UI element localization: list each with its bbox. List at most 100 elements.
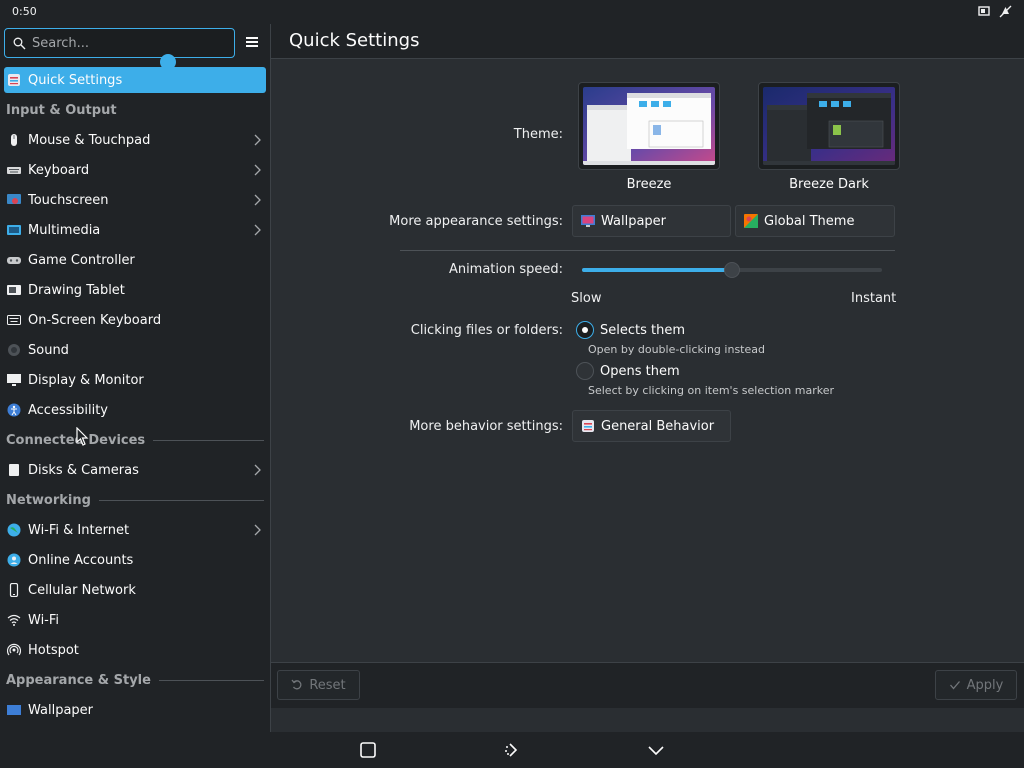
sidebar-item-quick-settings[interactable]: Quick Settings [4,67,266,93]
slider-fill [582,268,732,272]
quick-settings-icon [6,72,22,88]
globe-icon [6,522,22,538]
animation-speed-slider[interactable] [582,262,882,278]
general-behavior-icon [582,420,594,432]
wallpaper-icon [581,215,595,227]
sidebar-item-multimedia[interactable]: Multimedia [0,215,270,245]
sidebar-item-mouse-touchpad[interactable]: Mouse & Touchpad [0,125,270,155]
theme-card-breeze-dark[interactable] [758,82,900,170]
clicking-label: Clicking files or folders: [410,323,563,338]
behavior-settings-label: More behavior settings: [409,419,563,434]
sidebar-item-online-accounts[interactable]: Online Accounts [0,545,270,575]
chevron-right-icon [252,523,262,537]
radio-selects-them-label[interactable]: Selects them [600,323,685,338]
breeze-preview [583,87,715,165]
global-theme-button-label: Global Theme [764,213,855,229]
sidebar-item-wallpaper[interactable]: Wallpaper [0,695,270,725]
theme-name-breeze: Breeze [626,177,672,192]
bell-off-icon[interactable] [999,5,1012,18]
radio-opens-them-help: Select by clicking on item's selection m… [588,384,834,397]
multimedia-icon [6,222,22,238]
radio-opens-them-label[interactable]: Opens them [600,364,680,379]
touchscreen-icon [6,192,22,208]
disk-icon [6,462,22,478]
section-header-input-output: Input & Output [6,102,117,118]
sidebar-item-wifi-internet[interactable]: Wi-Fi & Internet [0,515,270,545]
radio-opens-them[interactable] [576,362,594,380]
wifi-icon [6,612,22,628]
phone-icon [6,582,22,598]
footer-bar: Reset Apply [271,662,1024,708]
gamepad-icon [6,252,22,268]
wallpaper-icon [6,702,22,718]
sidebar-item-accessibility[interactable]: Accessibility [0,395,270,425]
reset-button[interactable]: Reset [277,670,360,700]
mouse-icon [6,132,22,148]
monitor-icon [6,372,22,388]
global-theme-button[interactable]: Global Theme [735,205,895,237]
theme-name-breeze-dark: Breeze Dark [789,177,869,192]
online-accounts-icon [6,552,22,568]
apply-button-label: Apply [966,677,1004,693]
theme-label: Theme: [513,127,563,142]
overview-square-icon[interactable] [359,741,377,759]
sidebar-item-cellular-network[interactable]: Cellular Network [0,575,270,605]
wallpaper-button-label: Wallpaper [601,213,667,229]
sidebar-item-keyboard[interactable]: Keyboard [0,155,270,185]
status-bar: 0:50 [0,0,1024,24]
mouse-pointer-icon [76,427,89,446]
appearance-settings-label: More appearance settings: [389,214,563,229]
sidebar-item-label: Quick Settings [28,72,123,88]
page-header: Quick Settings [271,24,1024,59]
theme-card-breeze[interactable] [578,82,720,170]
animation-speed-label: Animation speed: [448,262,563,277]
section-header-appearance-style: Appearance & Style [0,665,270,695]
wallpaper-button[interactable]: Wallpaper [572,205,731,237]
search-icon [13,37,26,50]
hamburger-menu-icon[interactable] [243,35,261,51]
chevron-right-icon [252,133,262,147]
general-behavior-button[interactable]: General Behavior [572,410,731,442]
section-header-connected-devices: Connected Devices [0,425,270,455]
section-divider [400,250,895,251]
undo-icon [291,679,302,690]
tablet-icon [6,282,22,298]
slider-min-label: Slow [571,291,602,306]
search-input[interactable] [32,33,230,53]
search-box[interactable] [4,28,235,58]
section-divider [158,679,264,681]
reset-button-label: Reset [309,677,346,693]
radio-selects-them[interactable] [576,321,594,339]
system-tray [978,5,1012,18]
home-arrow-icon[interactable] [503,741,521,759]
sidebar-item-game-controller[interactable]: Game Controller [0,245,270,275]
sidebar-item-hotspot[interactable]: Hotspot [0,635,270,665]
chevron-right-icon [252,463,262,477]
general-behavior-button-label: General Behavior [601,418,715,434]
sidebar-nav: Quick Settings Input & Output Mouse & To… [0,65,270,725]
sidebar-item-on-screen-keyboard[interactable]: On-Screen Keyboard [0,305,270,335]
page-title: Quick Settings [289,30,420,51]
sidebar-item-sound[interactable]: Sound [0,335,270,365]
radio-selects-them-help: Open by double-clicking instead [588,343,765,356]
main-panel: Quick Settings Theme: Breeze Breeze Dark… [271,24,1024,732]
sidebar-item-touchscreen[interactable]: Touchscreen [0,185,270,215]
apply-button[interactable]: Apply [935,670,1017,700]
checkmark-icon [949,681,960,690]
sidebar-item-drawing-tablet[interactable]: Drawing Tablet [0,275,270,305]
sidebar-item-wifi[interactable]: Wi-Fi [0,605,270,635]
sidebar: Quick Settings Input & Output Mouse & To… [0,24,270,732]
sidebar-item-display-monitor[interactable]: Display & Monitor [0,365,270,395]
slider-handle[interactable] [724,262,740,278]
screen-icon[interactable] [978,5,991,18]
speaker-icon [6,342,22,358]
accessibility-icon [6,402,22,418]
clock: 0:50 [12,5,37,18]
chevron-down-icon[interactable] [647,741,665,759]
onscreen-keyboard-icon [6,312,22,328]
chevron-right-icon [252,193,262,207]
sidebar-item-disks-cameras[interactable]: Disks & Cameras [0,455,270,485]
chevron-right-icon [252,163,262,177]
slider-max-label: Instant [851,291,897,306]
section-header-networking: Networking [0,485,270,515]
